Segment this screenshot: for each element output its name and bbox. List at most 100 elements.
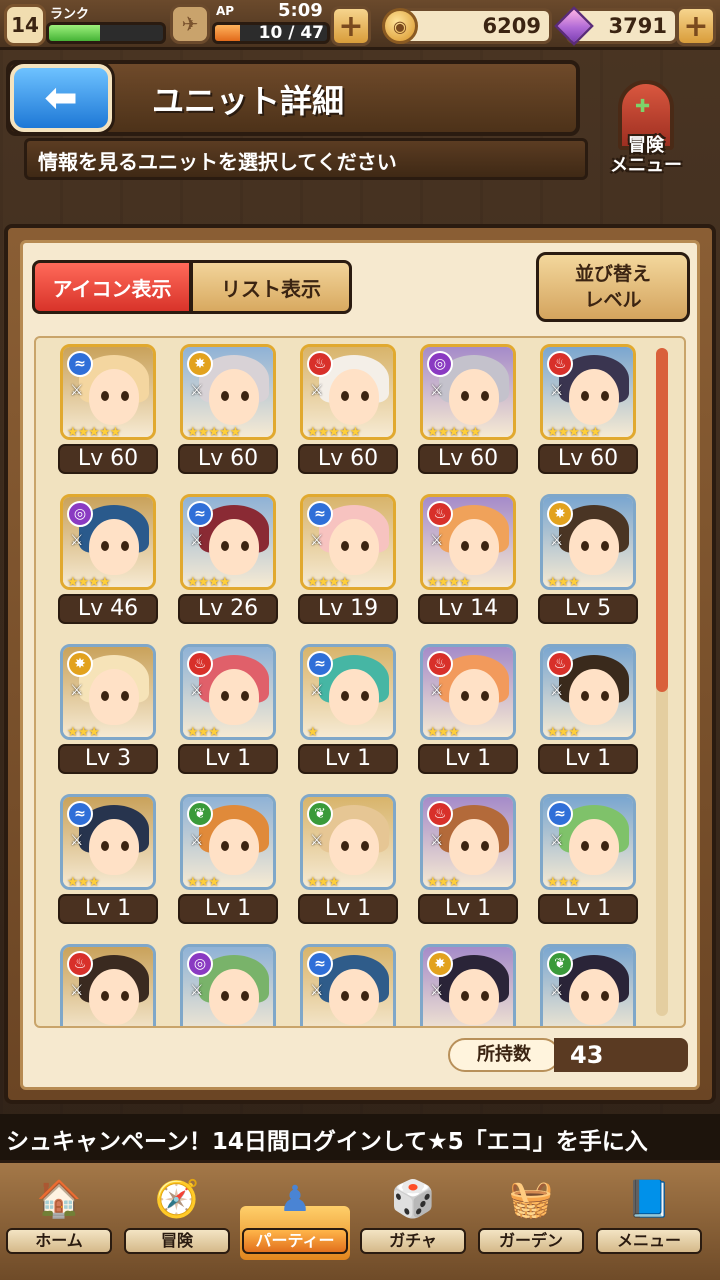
unit-eye bbox=[361, 541, 369, 551]
unit-eye bbox=[361, 991, 369, 1001]
unit-eye bbox=[581, 991, 589, 1001]
unit-card[interactable]: ≈ ⚔ ★★★ Lv 1 bbox=[538, 792, 642, 928]
weapon-type-icon: ⚔ bbox=[310, 381, 324, 399]
wind-element-icon: ❦ bbox=[307, 801, 333, 827]
rarity-stars: ★★★ bbox=[307, 875, 340, 890]
unit-card[interactable]: ✸ ⚔ ★★★★★ Lv 60 bbox=[178, 342, 282, 478]
back-button[interactable]: ⬅ bbox=[10, 64, 112, 132]
unit-eye bbox=[221, 841, 229, 851]
tab-list-view[interactable]: リスト表示 bbox=[190, 260, 352, 314]
unit-eye bbox=[121, 841, 129, 851]
add-ap-button[interactable]: + bbox=[331, 6, 371, 46]
unit-card[interactable]: ♨ ⚔ ★★★ Lv 1 bbox=[178, 642, 282, 778]
unit-card[interactable]: ♨ ⚔ ★★★ Lv 1 bbox=[418, 792, 522, 928]
nav-item-garden[interactable]: 🧺 ガーデン bbox=[476, 1162, 586, 1266]
nav-item-home[interactable]: 🏠 ホーム bbox=[4, 1162, 114, 1266]
rarity-stars: ★★★★★ bbox=[547, 425, 601, 440]
rarity-stars: ★★★★★ bbox=[307, 425, 361, 440]
tab-icon-view[interactable]: アイコン表示 bbox=[32, 260, 192, 314]
unit-card[interactable]: ♨ ⚔ ★★★★★ Lv 60 bbox=[298, 342, 402, 478]
rarity-stars: ★★★★★ bbox=[187, 425, 241, 440]
rarity-stars: ★★★ bbox=[427, 725, 460, 740]
nav-item-adventure[interactable]: 🧭 冒険 bbox=[122, 1162, 232, 1266]
unit-card[interactable]: ♨ ⚔ ★★★★ Lv 14 bbox=[418, 492, 522, 628]
dark-element-icon: ◎ bbox=[427, 351, 453, 377]
unit-eye bbox=[241, 541, 249, 551]
weapon-type-icon: ⚔ bbox=[70, 531, 84, 549]
unit-level: Lv 60 bbox=[58, 444, 158, 474]
unit-card[interactable]: ❦ ⚔ ★★★ Lv 1 bbox=[178, 792, 282, 928]
unit-card[interactable]: ≈ ⚔ ★★★★ Lv 19 bbox=[298, 492, 402, 628]
unit-level: Lv 26 bbox=[178, 594, 278, 624]
unit-eye bbox=[601, 391, 609, 401]
news-ticker[interactable]: シュキャンペーン！14日間ログインして★5「エコ」を手に入 bbox=[0, 1114, 720, 1160]
weapon-type-icon: ⚔ bbox=[70, 831, 84, 849]
unit-eye bbox=[481, 691, 489, 701]
unit-portrait: ✸ ⚔ ★★★ bbox=[540, 494, 636, 590]
unit-eye bbox=[581, 541, 589, 551]
unit-portrait: ❦ ⚔ ★★★ bbox=[300, 794, 396, 890]
unit-portrait: ❦ ⚔ ★★★ bbox=[180, 794, 276, 890]
nav-label: ホーム bbox=[6, 1228, 112, 1254]
fire-element-icon: ♨ bbox=[427, 651, 453, 677]
rank-label: ランク bbox=[50, 7, 90, 22]
unit-card[interactable]: ♨ ⚔ bbox=[58, 942, 162, 1026]
dark-element-icon: ◎ bbox=[67, 501, 93, 527]
unit-card[interactable]: ◎ ⚔ ★★★★ Lv 46 bbox=[58, 492, 162, 628]
unit-portrait: ❦ ⚔ bbox=[540, 944, 636, 1026]
unit-card[interactable]: ✸ ⚔ bbox=[418, 942, 522, 1026]
unit-level: Lv 1 bbox=[178, 894, 278, 924]
unit-face bbox=[449, 519, 499, 575]
unit-eye bbox=[461, 391, 469, 401]
unit-face bbox=[449, 969, 499, 1025]
rarity-stars: ★ bbox=[307, 725, 319, 740]
sort-button[interactable]: 並び替え レベル bbox=[536, 252, 690, 322]
unit-grid[interactable]: ≈ ⚔ ★★★★★ Lv 60 ✸ ⚔ ★★★★★ Lv 60 ♨ ⚔ ★★★★★ Lv 60 ◎ ⚔ ★★… bbox=[34, 336, 686, 1028]
unit-card[interactable]: ✸ ⚔ ★★★ Lv 3 bbox=[58, 642, 162, 778]
nav-label: ガチャ bbox=[360, 1228, 466, 1254]
unit-eye bbox=[101, 541, 109, 551]
unit-card[interactable]: ≈ ⚔ ★ Lv 1 bbox=[298, 642, 402, 778]
unit-eye bbox=[101, 691, 109, 701]
unit-card[interactable]: ♨ ⚔ ★★★★★ Lv 60 bbox=[538, 342, 642, 478]
nav-item-party[interactable]: ♟ パーティー bbox=[240, 1162, 350, 1266]
unit-card[interactable]: ◎ ⚔ bbox=[178, 942, 282, 1026]
sort-button-value: レベル bbox=[584, 289, 642, 311]
add-gems-button[interactable]: + bbox=[676, 6, 716, 46]
unit-card[interactable]: ≈ ⚔ bbox=[298, 942, 402, 1026]
unit-card[interactable]: ♨ ⚔ ★★★ Lv 1 bbox=[418, 642, 522, 778]
garden-icon: 🧺 bbox=[508, 1179, 554, 1220]
rarity-stars: ★★★★ bbox=[307, 575, 351, 590]
scrollbar-thumb[interactable] bbox=[656, 348, 668, 692]
weapon-type-icon: ⚔ bbox=[550, 831, 564, 849]
unit-card[interactable]: ♨ ⚔ ★★★ Lv 1 bbox=[538, 642, 642, 778]
unit-level: Lv 1 bbox=[58, 894, 158, 924]
adventure-menu-button[interactable]: 冒険メニュー bbox=[596, 80, 696, 186]
nav-item-menu[interactable]: 📘 メニュー bbox=[594, 1162, 704, 1266]
rarity-stars: ★★★ bbox=[547, 725, 580, 740]
unit-eye bbox=[581, 841, 589, 851]
weapon-type-icon: ⚔ bbox=[310, 981, 324, 999]
unit-portrait: ◎ ⚔ ★★★★ bbox=[60, 494, 156, 590]
unit-card[interactable]: ❦ ⚔ bbox=[538, 942, 642, 1026]
weapon-type-icon: ⚔ bbox=[190, 681, 204, 699]
unit-card[interactable]: ≈ ⚔ ★★★★ Lv 26 bbox=[178, 492, 282, 628]
unit-face bbox=[449, 819, 499, 875]
unit-card[interactable]: ≈ ⚔ ★★★★★ Lv 60 bbox=[58, 342, 162, 478]
unit-portrait: ≈ ⚔ bbox=[300, 944, 396, 1026]
unit-eye bbox=[481, 991, 489, 1001]
unit-eye bbox=[221, 691, 229, 701]
unit-face bbox=[569, 519, 619, 575]
unit-card[interactable]: ❦ ⚔ ★★★ Lv 1 bbox=[298, 792, 402, 928]
unit-eye bbox=[461, 691, 469, 701]
adventure-icon: 🧭 bbox=[154, 1179, 200, 1220]
unit-card[interactable]: ✸ ⚔ ★★★ Lv 5 bbox=[538, 492, 642, 628]
unit-card[interactable]: ≈ ⚔ ★★★ Lv 1 bbox=[58, 792, 162, 928]
weapon-type-icon: ⚔ bbox=[430, 831, 444, 849]
nav-item-gacha[interactable]: 🎲 ガチャ bbox=[358, 1162, 468, 1266]
unit-eye bbox=[361, 691, 369, 701]
owned-count-value: 43 bbox=[554, 1038, 688, 1072]
unit-face bbox=[329, 519, 379, 575]
weapon-type-icon: ⚔ bbox=[550, 381, 564, 399]
unit-card[interactable]: ◎ ⚔ ★★★★★ Lv 60 bbox=[418, 342, 522, 478]
